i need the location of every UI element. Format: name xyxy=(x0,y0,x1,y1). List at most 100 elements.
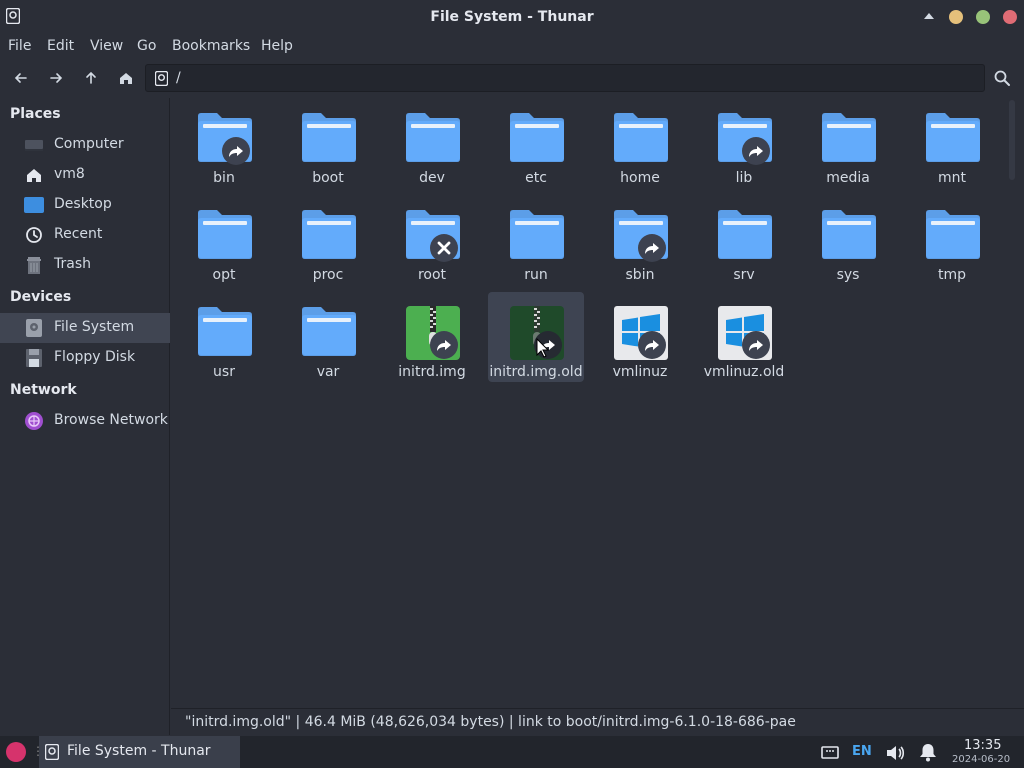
window-menu-icon[interactable] xyxy=(923,11,935,21)
minimize-button[interactable] xyxy=(949,10,963,24)
file-view[interactable] xyxy=(171,98,1024,707)
file-item-dev[interactable]: dev xyxy=(384,98,480,188)
window-title: File System - Thunar xyxy=(430,9,594,25)
file-item-media[interactable]: media xyxy=(800,98,896,188)
computer-icon xyxy=(25,140,43,151)
sidebar-item-file-system[interactable]: File System xyxy=(0,313,170,343)
file-name: home xyxy=(620,170,660,186)
sidebar-item-computer[interactable]: Computer xyxy=(0,130,170,160)
file-item-vmlinuz-old[interactable]: vmlinuz.old xyxy=(696,292,792,382)
file-item-vmlinuz[interactable]: vmlinuz xyxy=(592,292,688,382)
close-button[interactable] xyxy=(1003,10,1017,24)
clock-date[interactable]: 2024-06-20 xyxy=(952,754,1010,765)
sidebar-item-floppy[interactable]: Floppy Disk xyxy=(0,343,170,373)
sidebar-item-label: vm8 xyxy=(54,166,85,182)
network-status-icon[interactable] xyxy=(821,744,839,760)
file-name: var xyxy=(316,364,340,380)
sidebar-item-trash[interactable]: Trash xyxy=(0,250,170,280)
file-name: vmlinuz xyxy=(612,364,668,380)
file-item-tmp[interactable]: tmp xyxy=(904,195,1000,285)
sidebar-item-desktop[interactable]: Desktop xyxy=(0,190,170,220)
clock-time[interactable]: 13:35 xyxy=(964,738,1001,753)
taskbar-window-label: File System - Thunar xyxy=(67,743,211,759)
folder-icon xyxy=(404,110,462,168)
location-bar[interactable]: / xyxy=(145,64,985,92)
up-icon[interactable] xyxy=(82,69,100,87)
folder-icon xyxy=(300,207,358,265)
file-name: tmp xyxy=(937,267,966,283)
taskbar-window-button[interactable]: File System - Thunar xyxy=(39,736,240,768)
home-icon[interactable] xyxy=(117,69,135,87)
file-name: mnt xyxy=(938,170,966,186)
start-menu-icon[interactable] xyxy=(6,742,26,762)
sidebar-item-label: Recent xyxy=(54,226,103,242)
status-bar: "initrd.img.old" | 46.4 MiB (48,626,034 … xyxy=(171,708,1024,736)
taskbar-separator: ⋮ xyxy=(32,744,44,758)
forward-icon[interactable] xyxy=(47,69,65,87)
folder-icon xyxy=(196,304,254,362)
file-item-mnt[interactable]: mnt xyxy=(904,98,1000,188)
maximize-button[interactable] xyxy=(976,10,990,24)
file-item-initrd-img[interactable]: initrd.img xyxy=(384,292,480,382)
sidebar-item-label: Trash xyxy=(54,256,91,272)
drive-icon xyxy=(26,319,42,337)
unreadable-emblem-icon xyxy=(430,234,458,262)
search-icon[interactable] xyxy=(993,69,1011,87)
folder-icon xyxy=(508,207,566,265)
file-item-initrd-img-old[interactable]: initrd.img.old xyxy=(488,292,584,382)
menu-bar: File Edit View Go Bookmarks Help xyxy=(0,34,1024,60)
file-item-boot[interactable]: boot xyxy=(280,98,376,188)
taskbar: ⋮ File System - Thunar EN 13:35 2024-06-… xyxy=(0,736,1024,768)
scrollbar[interactable] xyxy=(1003,100,1021,180)
menu-bookmarks[interactable]: Bookmarks xyxy=(172,38,250,54)
file-name: media xyxy=(826,170,870,186)
menu-view[interactable]: View xyxy=(90,38,123,54)
folder-icon xyxy=(924,110,982,168)
folder-icon xyxy=(508,110,566,168)
file-item-proc[interactable]: proc xyxy=(280,195,376,285)
back-icon[interactable] xyxy=(12,69,30,87)
menu-edit[interactable]: Edit xyxy=(47,38,74,54)
clock-icon xyxy=(26,227,42,243)
file-item-sys[interactable]: sys xyxy=(800,195,896,285)
file-item-bin[interactable]: bin xyxy=(176,98,272,188)
file-item-etc[interactable]: etc xyxy=(488,98,584,188)
sidebar-item-label: Computer xyxy=(54,136,124,152)
file-name: bin xyxy=(213,170,235,186)
file-item-srv[interactable]: srv xyxy=(696,195,792,285)
sidebar-item-label: Browse Network xyxy=(54,412,168,428)
menu-help[interactable]: Help xyxy=(261,38,293,54)
sidebar-item-recent[interactable]: Recent xyxy=(0,220,170,250)
file-item-usr[interactable]: usr xyxy=(176,292,272,382)
file-item-sbin[interactable]: sbin xyxy=(592,195,688,285)
sidebar-item-label: Desktop xyxy=(54,196,112,212)
folder-icon xyxy=(300,110,358,168)
file-name: vmlinuz.old xyxy=(703,364,785,380)
symlink-emblem-icon xyxy=(742,137,770,165)
file-name: run xyxy=(524,267,548,283)
file-item-root[interactable]: root xyxy=(384,195,480,285)
file-item-opt[interactable]: opt xyxy=(176,195,272,285)
folder-icon xyxy=(196,207,254,265)
sidebar-item-label: Floppy Disk xyxy=(54,349,136,365)
sidebar-item-vm8[interactable]: vm8 xyxy=(0,160,170,190)
file-item-lib[interactable]: lib xyxy=(696,98,792,188)
sidebar-item-browse-network[interactable]: Browse Network xyxy=(0,406,170,436)
keyboard-layout-indicator[interactable]: EN xyxy=(852,744,872,759)
notification-bell-icon[interactable] xyxy=(918,742,938,762)
volume-icon[interactable] xyxy=(885,744,905,762)
drive-icon xyxy=(45,744,59,760)
menu-file[interactable]: File xyxy=(8,38,31,54)
desktop-icon xyxy=(24,197,44,213)
folder-icon xyxy=(924,207,982,265)
devices-header: Devices xyxy=(10,289,72,305)
network-icon xyxy=(25,412,43,430)
folder-icon xyxy=(300,304,358,362)
menu-go[interactable]: Go xyxy=(137,38,156,54)
file-item-run[interactable]: run xyxy=(488,195,584,285)
file-name: initrd.img.old xyxy=(489,364,583,380)
file-item-var[interactable]: var xyxy=(280,292,376,382)
folder-icon xyxy=(820,207,878,265)
location-path: / xyxy=(176,70,181,86)
file-item-home[interactable]: home xyxy=(592,98,688,188)
